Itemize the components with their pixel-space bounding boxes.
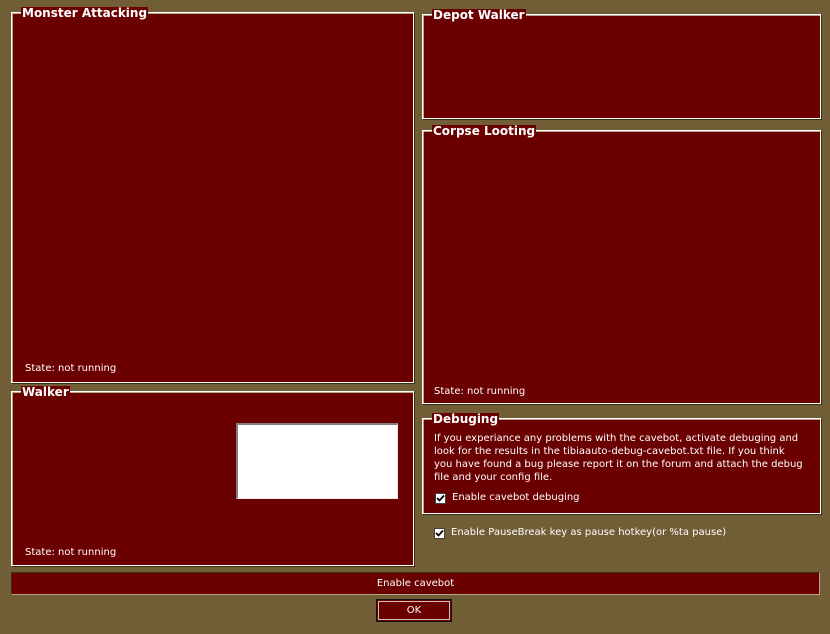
enable-cavebot-debuging-label: Enable cavebot debuging (452, 492, 580, 503)
walker-title: Walker (21, 385, 70, 399)
monster-attacking-group: Monster Attacking State: not running (11, 7, 414, 383)
pause-hotkey-label: Enable PauseBreak key as pause hotkey(or… (451, 527, 727, 538)
debuging-title: Debuging (432, 412, 500, 426)
ok-button[interactable]: OK (376, 599, 452, 622)
enable-cavebot-debuging-checkbox[interactable]: Enable cavebot debuging (435, 492, 580, 504)
corpse-looting-state: State: not running (434, 386, 526, 397)
corpse-looting-title: Corpse Looting (432, 124, 537, 138)
walker-list[interactable] (236, 423, 398, 499)
enable-cavebot-button[interactable]: Enable cavebot (11, 572, 820, 595)
depot-walker-group: Depot Walker (422, 9, 821, 119)
checkbox-checked-icon[interactable] (435, 492, 446, 504)
walker-state: State: not running (25, 547, 117, 558)
depot-walker-title: Depot Walker (432, 8, 526, 22)
walker-group: Walker State: not running (11, 386, 414, 566)
corpse-looting-group: Corpse Looting State: not running (422, 125, 821, 404)
pause-hotkey-checkbox[interactable]: Enable PauseBreak key as pause hotkey(or… (434, 527, 726, 539)
debuging-description: If you experiance any problems with the … (434, 433, 803, 483)
monster-attacking-state: State: not running (25, 363, 117, 374)
ok-button-label: OK (378, 601, 450, 620)
checkbox-checked-icon[interactable] (434, 527, 445, 539)
monster-attacking-title: Monster Attacking (21, 6, 149, 20)
debuging-group: Debuging If you experiance any problems … (422, 413, 821, 514)
